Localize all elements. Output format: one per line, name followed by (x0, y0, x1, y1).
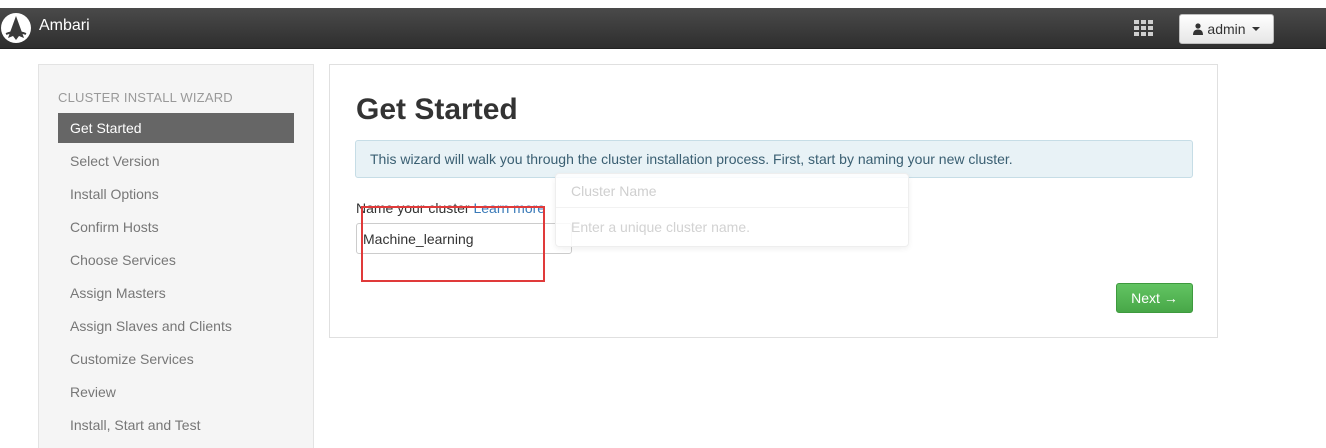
sidebar-item-install-options[interactable]: Install Options (58, 179, 294, 212)
ambari-logo-icon[interactable] (0, 10, 32, 46)
top-navbar: Ambari admin (0, 8, 1326, 49)
next-button[interactable]: Next → (1116, 283, 1193, 313)
wizard-sidebar: CLUSTER INSTALL WIZARD Get Started Selec… (38, 64, 314, 448)
popover-body: Enter a unique cluster name. (571, 219, 750, 235)
sidebar-item-select-version[interactable]: Select Version (58, 146, 294, 179)
cluster-name-label: Name your cluster Learn more (356, 200, 545, 216)
apps-grid-icon[interactable] (1134, 20, 1154, 36)
brand-name[interactable]: Ambari (39, 17, 90, 35)
user-menu-button[interactable]: admin (1179, 14, 1274, 44)
top-strip (0, 0, 1326, 8)
cluster-name-input[interactable] (356, 223, 572, 254)
user-menu-label: admin (1207, 21, 1246, 37)
sidebar-item-install-start-test[interactable]: Install, Start and Test (58, 410, 294, 443)
sidebar-item-review[interactable]: Review (58, 377, 294, 410)
caret-down-icon (1251, 27, 1260, 31)
page-title: Get Started (356, 93, 518, 126)
sidebar-item-customize-services[interactable]: Customize Services (58, 344, 294, 377)
sidebar-item-assign-slaves-clients[interactable]: Assign Slaves and Clients (58, 311, 294, 344)
main-panel: Get Started This wizard will walk you th… (329, 64, 1218, 338)
sidebar-title: CLUSTER INSTALL WIZARD (58, 90, 233, 105)
popover-title: Cluster Name (556, 174, 908, 208)
wizard-steps: Get Started Select Version Install Optio… (58, 113, 294, 443)
sidebar-item-assign-masters[interactable]: Assign Masters (58, 278, 294, 311)
learn-more-link[interactable]: Learn more (473, 200, 545, 216)
cluster-name-popover: Cluster Name Enter a unique cluster name… (555, 173, 909, 247)
sidebar-item-choose-services[interactable]: Choose Services (58, 245, 294, 278)
sidebar-item-confirm-hosts[interactable]: Confirm Hosts (58, 212, 294, 245)
sidebar-item-get-started[interactable]: Get Started (58, 113, 294, 143)
user-icon (1193, 23, 1204, 35)
cluster-name-label-text: Name your cluster (356, 200, 470, 216)
